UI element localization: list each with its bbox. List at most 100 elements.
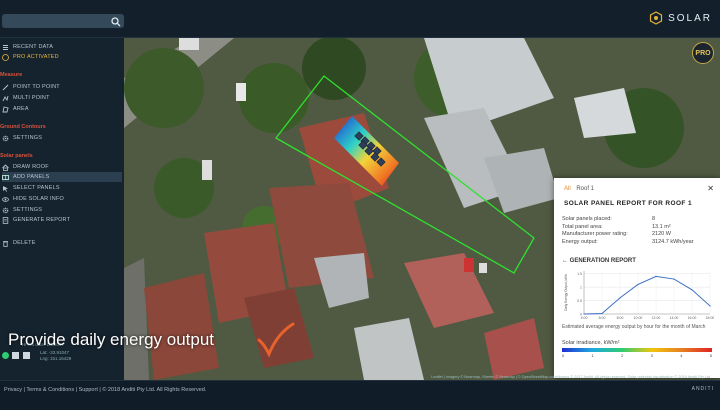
sidebar-item-multi-point[interactable]: MULTI POINT xyxy=(2,93,122,103)
map-attribution: Leaflet | Imagery © Nearmap, Streets © N… xyxy=(431,375,710,379)
select-icon xyxy=(2,185,9,192)
trash-icon xyxy=(2,240,9,247)
arrow-left-icon: ← xyxy=(562,258,570,264)
section-title-solar-panels: Solar panels xyxy=(0,153,33,159)
stat-value: 2120 W xyxy=(652,231,671,237)
search-input[interactable] xyxy=(2,14,124,28)
report-tabs: All Roof 1 xyxy=(564,186,594,192)
x-tick-label: 16:00 xyxy=(688,316,697,320)
data-point xyxy=(709,305,711,307)
report-title: SOLAR PANEL REPORT FOR ROOF 1 xyxy=(564,200,693,207)
footer-logo: ANDITI xyxy=(691,386,714,392)
data-point xyxy=(655,275,657,277)
search-icon[interactable] xyxy=(110,15,122,27)
data-point xyxy=(619,297,621,299)
irradiance-tick: 2 xyxy=(621,353,624,358)
y-tick-label: 1 xyxy=(580,286,582,290)
x-tick-label: 8:00 xyxy=(617,316,624,320)
checkmark-icon xyxy=(257,322,295,358)
data-point xyxy=(691,289,693,291)
stat-label: Energy output: xyxy=(562,238,598,245)
sidebar-item-ground-settings[interactable]: SETTINGS xyxy=(2,133,122,143)
data-point xyxy=(583,313,585,315)
stat-value: 13.1 m² xyxy=(652,223,671,230)
layers-icon[interactable] xyxy=(12,352,20,359)
sidebar-item-label: AREA xyxy=(13,106,29,112)
energy-output-chart: 00.511.54:00 6:00 8:00 10:00 12:00 14:00 16:00… xyxy=(564,271,714,320)
irradiance-tick: 5 xyxy=(709,353,712,358)
section-title-ground-contours: Ground Contours xyxy=(0,124,46,130)
eye-icon xyxy=(2,196,9,203)
longitude-readout: Lng: 151.16429 xyxy=(40,356,72,361)
irradiance-tick: 0 xyxy=(562,353,565,358)
pro-badge[interactable]: PRO xyxy=(692,42,714,64)
sidebar-item-hide-solar-info[interactable]: HIDE SOLAR INFO xyxy=(2,194,122,204)
data-point xyxy=(637,283,639,286)
sidebar-item-delete[interactable]: DELETE xyxy=(2,238,122,248)
pro-badge-icon xyxy=(2,53,9,61)
gear-icon xyxy=(2,207,9,214)
top-bar: SOLAR xyxy=(0,0,720,38)
data-point xyxy=(601,312,603,315)
panel-icon xyxy=(2,174,9,181)
chart-caption: Estimated average energy output by hour … xyxy=(562,324,706,330)
report-icon xyxy=(2,216,9,224)
sidebar-item-add-panels[interactable]: ADD PANELS xyxy=(2,172,122,182)
sidebar-item-label: GENERATE REPORT xyxy=(13,217,71,223)
sidebar-item-pro-activated[interactable]: PRO ACTIVATED xyxy=(2,52,122,62)
irradiance-tick: 4 xyxy=(680,353,683,358)
compass-icon[interactable] xyxy=(22,352,30,359)
irradiance-ticks: 0 1 2 3 4 5 xyxy=(562,353,712,358)
sidebar-item-label: PRO ACTIVATED xyxy=(13,54,59,60)
y-tick-label: 1.5 xyxy=(577,272,582,276)
hexagon-logo-icon xyxy=(649,11,663,25)
sidebar-item-label: HIDE SOLAR INFO xyxy=(13,196,64,202)
latitude-readout: Lat: -33.91047 xyxy=(40,350,70,355)
polyline-icon xyxy=(2,95,9,102)
sidebar-item-label: DRAW ROOF xyxy=(13,164,49,170)
sidebar-item-label: POINT TO POINT xyxy=(13,84,60,90)
section-title-measure: Measure xyxy=(0,72,23,78)
x-tick-label: 14:00 xyxy=(670,316,679,320)
x-tick-label: 6:00 xyxy=(599,316,606,320)
generation-report-button[interactable]: ← GENERATION REPORT xyxy=(562,258,636,264)
stat-row: Manufacturer power rating: 2120 W xyxy=(562,231,712,239)
x-tick-label: 12:00 xyxy=(652,316,661,320)
close-icon[interactable]: ✕ xyxy=(707,184,714,193)
sidebar-item-area[interactable]: AREA xyxy=(2,104,122,114)
sidebar-item-generate-report[interactable]: GENERATE REPORT xyxy=(2,215,122,225)
brand-name: SOLAR xyxy=(668,12,712,24)
stat-label: Manufacturer power rating: xyxy=(562,231,628,237)
stat-label: Solar panels placed: xyxy=(562,216,612,222)
x-tick-label: 4:00 xyxy=(581,316,588,320)
area-icon xyxy=(2,105,9,113)
stat-value: 8 xyxy=(652,216,656,222)
footer-links[interactable]: Privacy | Terms & Conditions | Support |… xyxy=(4,387,206,393)
location-icon[interactable] xyxy=(2,352,9,359)
map-controls xyxy=(2,352,30,360)
gear-icon xyxy=(2,135,9,142)
stat-row: Solar panels placed: 8 xyxy=(562,216,712,224)
menu-icon xyxy=(2,44,9,51)
ruler-icon xyxy=(2,84,9,91)
sidebar-item-recent-data[interactable]: RECENT DATA xyxy=(2,42,122,52)
roof-icon xyxy=(2,163,9,171)
sidebar-item-draw-roof[interactable]: DRAW ROOF xyxy=(2,162,122,172)
irradiance-tick: 1 xyxy=(591,353,594,358)
stat-label: Total panel area: xyxy=(562,223,603,230)
sidebar-item-label: MULTI POINT xyxy=(13,95,50,101)
video-caption: Provide daily energy output xyxy=(8,330,215,349)
sidebar-item-solar-settings[interactable]: SETTINGS xyxy=(2,205,122,215)
sidebar-item-label: SELECT PANELS xyxy=(13,185,60,191)
sidebar-item-point-to-point[interactable]: POINT TO POINT xyxy=(2,82,122,92)
sidebar-item-label: SETTINGS xyxy=(13,207,43,213)
tab-all[interactable]: All xyxy=(564,186,571,192)
tab-roof-1[interactable]: Roof 1 xyxy=(576,186,594,192)
data-point xyxy=(673,278,675,280)
y-axis-label: Daily Energy Output, kWh xyxy=(564,274,568,311)
generation-report-label: GENERATION REPORT xyxy=(569,258,636,264)
sidebar-item-select-panels[interactable]: SELECT PANELS xyxy=(2,183,122,193)
report-stats: Solar panels placed: 8 Total panel area: 1… xyxy=(562,216,712,246)
stat-row: Total panel area: 13.1 m² xyxy=(562,224,712,232)
sidebar-item-label: ADD PANELS xyxy=(13,174,50,180)
